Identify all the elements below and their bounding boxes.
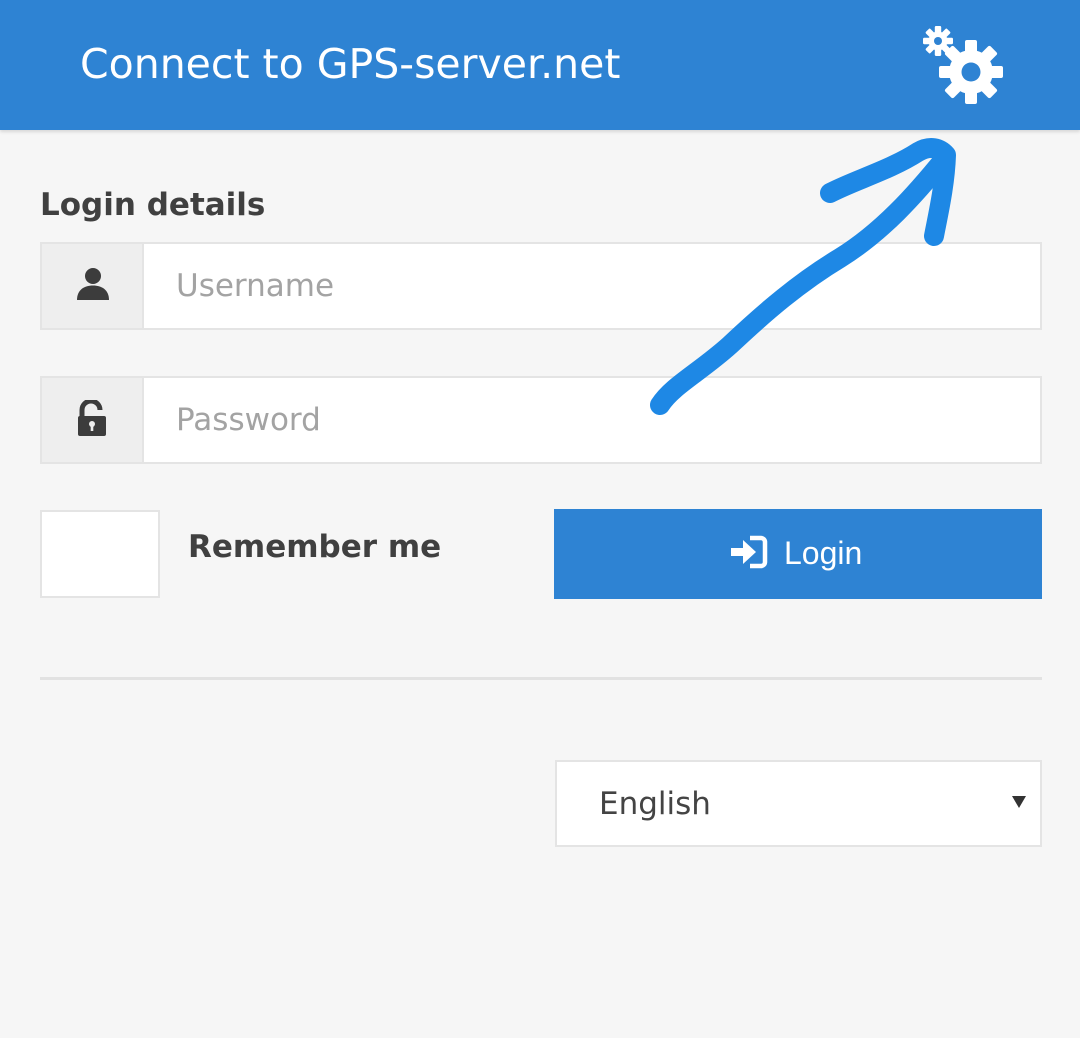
user-icon: [77, 268, 109, 300]
caret-down-icon: [1012, 796, 1026, 808]
language-selected-value: English: [599, 786, 711, 822]
remember-me-label[interactable]: Remember me: [188, 526, 441, 568]
settings-button[interactable]: [918, 24, 1006, 108]
password-input[interactable]: [144, 378, 1040, 462]
username-field: [40, 242, 1042, 330]
login-button-label: Login: [784, 535, 863, 571]
username-addon: [42, 244, 144, 328]
password-addon: [42, 378, 144, 462]
username-input[interactable]: [144, 244, 1040, 328]
lock-icon: [78, 400, 106, 436]
page-title: Connect to GPS-server.net: [80, 40, 621, 88]
login-details-heading: Login details: [40, 187, 266, 223]
sign-in-icon: [731, 535, 768, 569]
gears-icon: [923, 26, 1003, 104]
password-field: [40, 376, 1042, 464]
language-select[interactable]: English: [555, 760, 1042, 847]
divider: [40, 677, 1042, 680]
remember-me-checkbox[interactable]: [40, 510, 160, 598]
login-button[interactable]: Login: [554, 509, 1042, 599]
app-header: Connect to GPS-server.net: [0, 0, 1080, 130]
